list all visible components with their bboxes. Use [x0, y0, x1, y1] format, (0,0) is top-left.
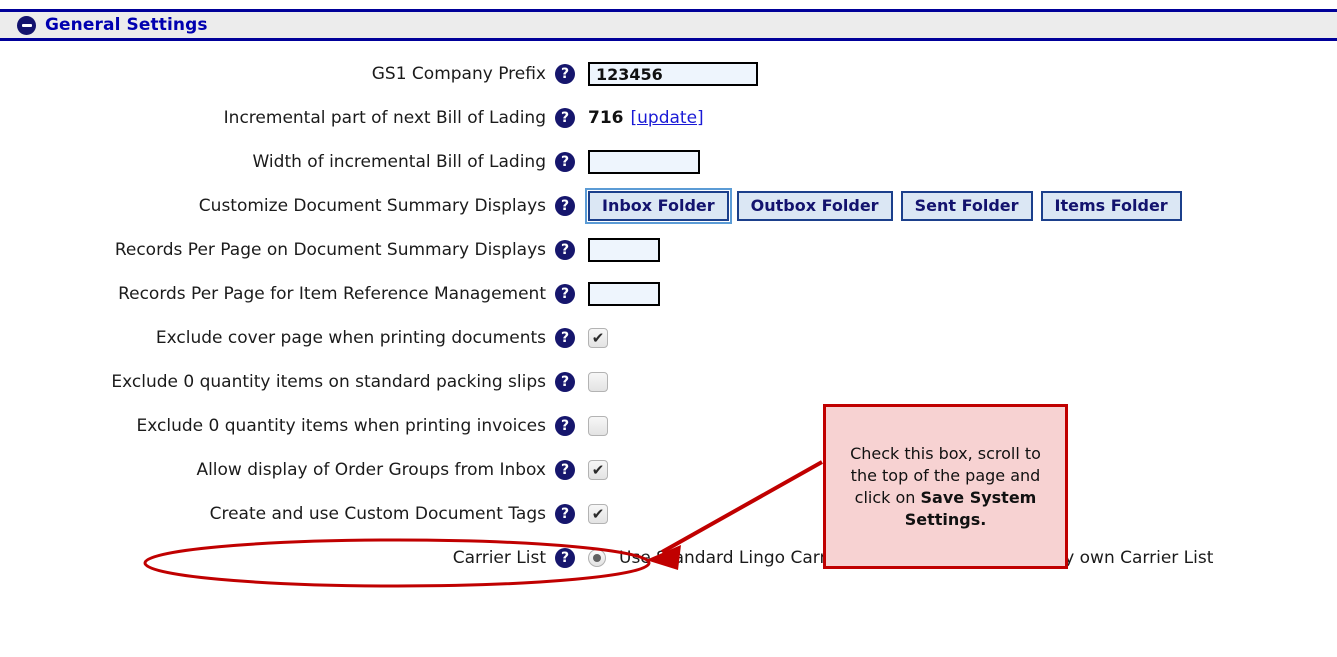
field-label: Incremental part of next Bill of Lading	[223, 108, 546, 128]
field-label: Exclude 0 quantity items on standard pac…	[111, 372, 546, 392]
form-row-allow-order-groups: Allow display of Order Groups from Inbox…	[0, 448, 1337, 492]
field-label: Records Per Page for Item Reference Mana…	[118, 284, 546, 304]
help-icon[interactable]: ?	[555, 504, 575, 524]
form-row-width-incremental-bol: Width of incremental Bill of Lading ?	[0, 140, 1337, 184]
field-label: Allow display of Order Groups from Inbox	[196, 460, 546, 480]
page-title: General Settings	[45, 15, 208, 35]
form-row-carrier-list: Carrier List ? Use Standard Lingo Carrie…	[0, 536, 1337, 580]
general-settings-form: GS1 Company Prefix ? 123456 Incremental …	[0, 52, 1337, 580]
help-icon[interactable]: ?	[555, 416, 575, 436]
panel-header: General Settings	[0, 9, 1337, 41]
minus-circle-icon[interactable]	[17, 15, 36, 35]
exclude-cover-page-checkbox[interactable]: ✔	[588, 328, 608, 348]
radio-dot-icon	[593, 554, 601, 562]
help-icon[interactable]: ?	[555, 240, 575, 260]
form-row-exclude-zero-qty-packing-slips: Exclude 0 quantity items on standard pac…	[0, 360, 1337, 404]
field-label: Create and use Custom Document Tags	[209, 504, 546, 524]
incremental-bol-value: 716	[588, 108, 624, 128]
field-label: Records Per Page on Document Summary Dis…	[114, 240, 546, 260]
carrier-list-standard-radio[interactable]	[588, 549, 606, 567]
form-row-records-per-page-item-reference: Records Per Page for Item Reference Mana…	[0, 272, 1337, 316]
form-row-gs1-company-prefix: GS1 Company Prefix ? 123456	[0, 52, 1337, 96]
annotation-callout-box: Check this box, scroll to the top of the…	[823, 404, 1068, 569]
check-icon: ✔	[591, 460, 605, 479]
check-icon: ✔	[591, 504, 605, 523]
help-icon[interactable]: ?	[555, 460, 575, 480]
field-label: Exclude 0 quantity items when printing i…	[136, 416, 546, 436]
width-incremental-bol-input[interactable]	[588, 150, 700, 174]
annotation-callout-bold-text: Save System Settings.	[904, 487, 1037, 529]
help-icon[interactable]: ?	[555, 284, 575, 304]
field-label: Width of incremental Bill of Lading	[252, 152, 547, 172]
custom-document-tags-checkbox[interactable]: ✔	[588, 504, 608, 524]
form-row-exclude-cover-page: Exclude cover page when printing documen…	[0, 316, 1337, 360]
help-icon[interactable]: ?	[555, 196, 575, 216]
help-icon[interactable]: ?	[555, 64, 575, 84]
sent-folder-button[interactable]: Sent Folder	[900, 191, 1033, 221]
check-icon: ✔	[591, 328, 605, 347]
exclude-zero-qty-invoices-checkbox[interactable]	[588, 416, 608, 436]
gs1-company-prefix-input[interactable]: 123456	[588, 62, 758, 86]
form-row-customize-document-summary-displays: Customize Document Summary Displays ? In…	[0, 184, 1337, 228]
field-label: Carrier List	[452, 548, 546, 568]
field-label: Exclude cover page when printing documen…	[155, 328, 546, 348]
inbox-folder-button[interactable]: Inbox Folder	[585, 188, 732, 224]
form-row-custom-document-tags: Create and use Custom Document Tags ? ✔	[0, 492, 1337, 536]
outbox-folder-button[interactable]: Outbox Folder	[736, 191, 893, 221]
help-icon[interactable]: ?	[555, 372, 575, 392]
update-link[interactable]: [update]	[631, 108, 704, 128]
help-icon[interactable]: ?	[555, 152, 575, 172]
field-label: Customize Document Summary Displays	[198, 196, 546, 216]
allow-order-groups-checkbox[interactable]: ✔	[588, 460, 608, 480]
field-label: GS1 Company Prefix	[371, 64, 546, 84]
form-row-incremental-bol: Incremental part of next Bill of Lading …	[0, 96, 1337, 140]
form-row-exclude-zero-qty-invoices: Exclude 0 quantity items when printing i…	[0, 404, 1337, 448]
help-icon[interactable]: ?	[555, 328, 575, 348]
exclude-zero-qty-packing-slips-checkbox[interactable]	[588, 372, 608, 392]
form-row-records-per-page-summary: Records Per Page on Document Summary Dis…	[0, 228, 1337, 272]
records-per-page-item-reference-input[interactable]	[588, 282, 660, 306]
records-per-page-summary-input[interactable]	[588, 238, 660, 262]
help-icon[interactable]: ?	[555, 108, 575, 128]
items-folder-button[interactable]: Items Folder	[1040, 191, 1182, 221]
help-icon[interactable]: ?	[555, 548, 575, 568]
